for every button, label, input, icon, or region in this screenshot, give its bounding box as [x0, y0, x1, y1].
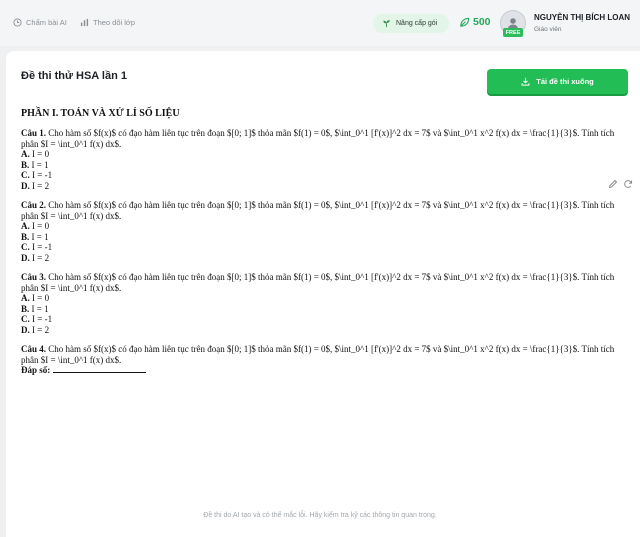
- page-title: Đề thi thử HSA lần 1: [21, 70, 127, 82]
- question-body: Cho hàm số $f(x)$ có đạo hàm liên tục tr…: [21, 128, 615, 149]
- download-exam-button[interactable]: Tải đề thi xuống: [487, 69, 628, 94]
- question-2: Câu 2. Cho hàm số $f(x)$ có đạo hàm liên…: [21, 200, 621, 263]
- question-actions: [608, 179, 633, 189]
- top-bar: Chấm bài AI Theo dõi lớp Nâng cấp gói 50…: [0, 0, 640, 46]
- option-letter: C.: [21, 242, 30, 252]
- option-letter: C.: [21, 170, 30, 180]
- answer-row: Đáp số:: [21, 365, 621, 376]
- option-text: I = 2: [29, 180, 50, 191]
- option-c: C. I = -1: [21, 170, 621, 181]
- option-d: D. I = 2: [21, 253, 621, 264]
- answer-label: Đáp số:: [21, 365, 51, 375]
- ai-disclaimer: Đề thi do AI tạo và có thể mắc lỗi. Hãy …: [203, 512, 437, 519]
- user-name: NGUYỄN THỊ BÍCH LOAN: [534, 13, 630, 22]
- option-text: I = 1: [29, 231, 49, 242]
- question-text: Câu 4. Cho hàm số $f(x)$ có đạo hàm liên…: [21, 344, 621, 365]
- option-letter: D.: [21, 324, 30, 335]
- credits-value: 500: [473, 16, 491, 28]
- option-a: A. I = 0: [21, 293, 621, 304]
- option-text: I = 0: [29, 149, 50, 159]
- question-text: Câu 1. Cho hàm số $f(x)$ có đạo hàm liên…: [21, 128, 621, 149]
- option-c: C. I = -1: [21, 242, 621, 253]
- question-text: Câu 2. Cho hàm số $f(x)$ có đạo hàm liên…: [21, 200, 621, 221]
- clock-icon: [13, 18, 22, 27]
- option-c: C. I = -1: [21, 314, 621, 325]
- option-text: I = 2: [29, 324, 50, 335]
- download-icon: [521, 77, 530, 86]
- option-a: A. I = 0: [21, 149, 621, 160]
- option-letter: D.: [21, 252, 30, 263]
- plan-badge: FREE: [503, 28, 523, 37]
- download-label: Tải đề thi xuống: [536, 77, 594, 86]
- nav-ai-grading[interactable]: Chấm bài AI: [13, 18, 67, 27]
- credits-counter: 500: [459, 16, 491, 28]
- option-b: B. I = 1: [21, 304, 621, 315]
- edit-icon[interactable]: [608, 179, 618, 189]
- option-b: B. I = 1: [21, 160, 621, 171]
- question-label: Câu 2.: [21, 200, 47, 210]
- option-text: I = 1: [29, 303, 49, 314]
- option-text: I = -1: [29, 242, 53, 252]
- refresh-icon[interactable]: [623, 179, 633, 189]
- option-letter: A.: [21, 221, 30, 231]
- option-text: I = 0: [29, 293, 50, 303]
- question-4: Câu 4. Cho hàm số $f(x)$ có đạo hàm liên…: [21, 344, 621, 376]
- nav-label: Theo dõi lớp: [93, 18, 136, 27]
- sprout-icon: [383, 20, 390, 28]
- question-body: Cho hàm số $f(x)$ có đạo hàm liên tục tr…: [21, 272, 615, 293]
- option-text: I = 0: [29, 221, 50, 231]
- question-3: Câu 3. Cho hàm số $f(x)$ có đạo hàm liên…: [21, 272, 621, 335]
- option-letter: D.: [21, 180, 30, 191]
- answer-blank: [52, 365, 146, 373]
- question-text: Câu 3. Cho hàm số $f(x)$ có đạo hàm liên…: [21, 272, 621, 293]
- question-label: Câu 3.: [21, 272, 47, 282]
- chart-bars-icon: [80, 18, 89, 27]
- option-text: I = -1: [29, 170, 53, 180]
- option-a: A. I = 0: [21, 221, 621, 232]
- exam-content: PHẦN I. TOÁN VÀ XỬ LÍ SỐ LIỆU Câu 1. Cho…: [21, 108, 621, 385]
- question-1: Câu 1. Cho hàm số $f(x)$ có đạo hàm liên…: [21, 128, 621, 191]
- exam-card: Đề thi thử HSA lần 1 Tải đề thi xuống PH…: [6, 51, 640, 537]
- option-letter: C.: [21, 314, 30, 324]
- leaf-icon: [460, 17, 470, 27]
- question-label: Câu 1.: [21, 128, 47, 138]
- option-letter: A.: [21, 149, 30, 159]
- nav-class-tracking[interactable]: Theo dõi lớp: [80, 18, 135, 27]
- upgrade-label: Nâng cấp gói: [396, 20, 438, 27]
- option-text: I = 2: [29, 252, 50, 263]
- nav-label: Chấm bài AI: [26, 18, 67, 27]
- question-body: Cho hàm số $f(x)$ có đạo hàm liên tục tr…: [21, 344, 615, 365]
- option-text: I = -1: [29, 314, 53, 324]
- question-body: Cho hàm số $f(x)$ có đạo hàm liên tục tr…: [21, 200, 615, 221]
- question-label: Câu 4.: [21, 344, 47, 354]
- section-title: PHẦN I. TOÁN VÀ XỬ LÍ SỐ LIỆU: [21, 108, 180, 119]
- option-text: I = 1: [29, 159, 49, 170]
- option-b: B. I = 1: [21, 232, 621, 243]
- option-letter: A.: [21, 293, 30, 303]
- user-role: Giáo viên: [534, 26, 562, 33]
- option-d: D. I = 2: [21, 181, 621, 192]
- upgrade-plan-button[interactable]: Nâng cấp gói: [373, 14, 449, 33]
- option-d: D. I = 2: [21, 325, 621, 336]
